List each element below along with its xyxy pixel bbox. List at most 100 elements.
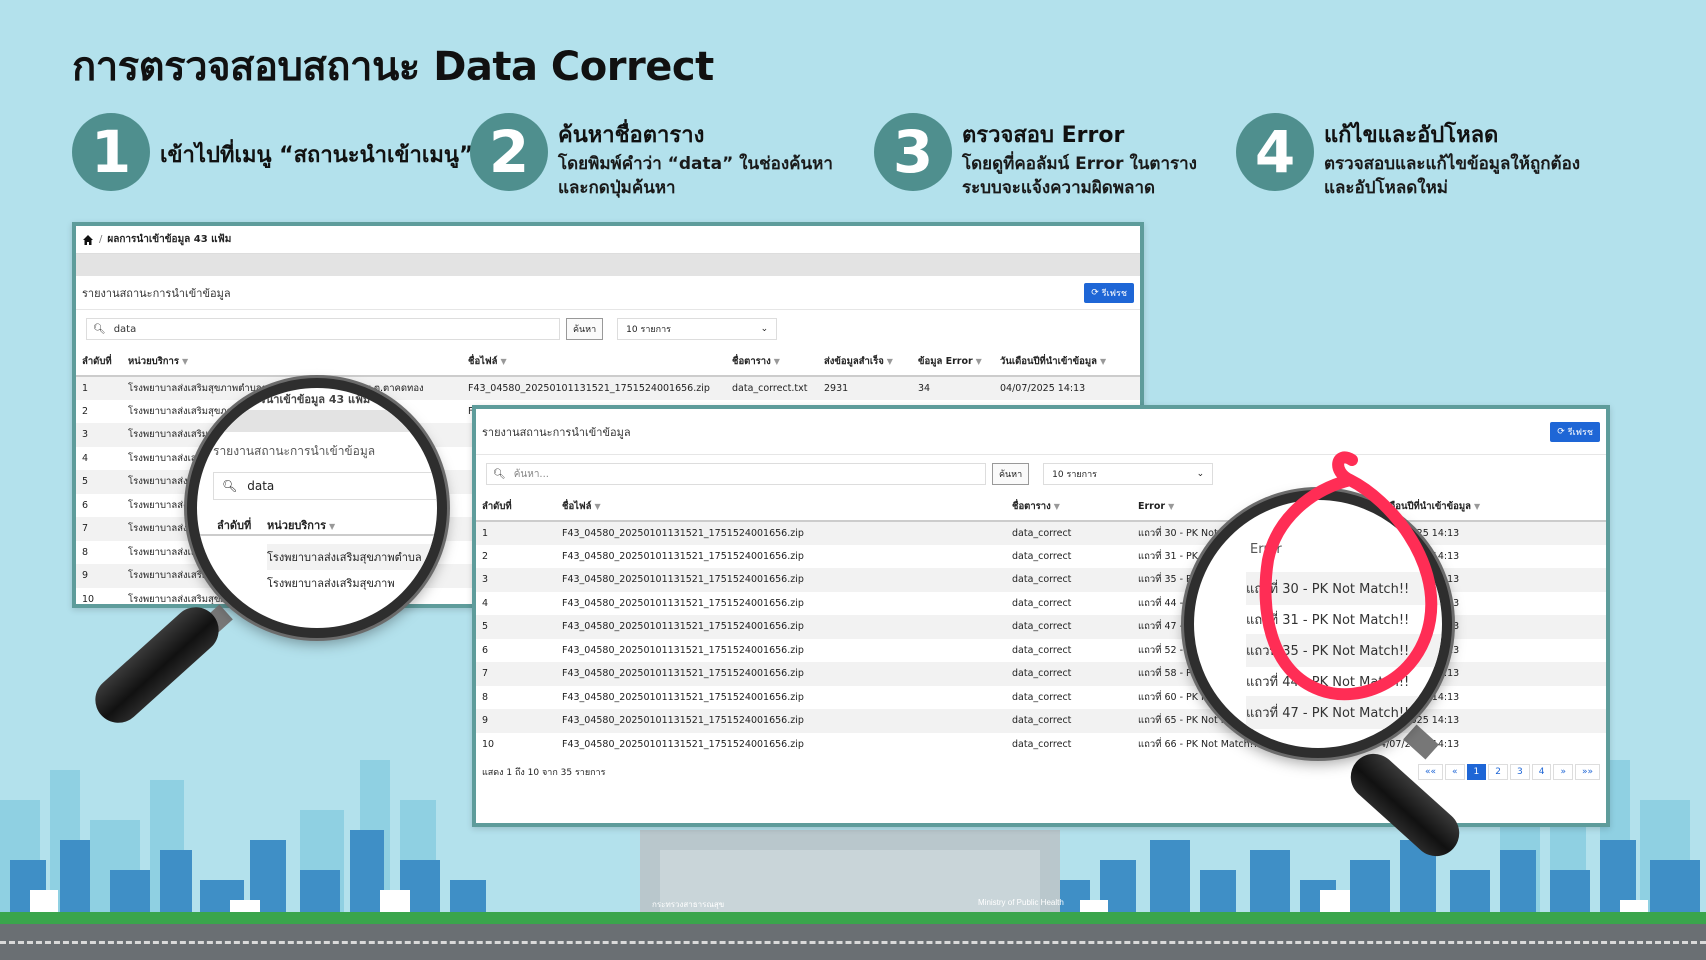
col-header-table[interactable]: ชื่อตาราง ▼ <box>1006 493 1132 522</box>
refresh-icon: ⟳ <box>1091 287 1099 298</box>
cell-filename: F43_04580_20250101131521_1751524001656.z… <box>556 521 1006 545</box>
zoom-col-unit: หน่วยบริการ ▼ <box>267 519 336 532</box>
sort-icon: ▼ <box>1099 357 1107 366</box>
search-button[interactable]: ค้นหา <box>566 318 604 340</box>
cell-table: data_correct <box>1006 662 1132 686</box>
sort-icon: ▼ <box>500 357 507 366</box>
chevron-down-icon: ⌄ <box>1196 469 1205 479</box>
cell-index: 2 <box>82 405 89 417</box>
zoom-breadcrumb: การนำเข้าข้อมูล 43 แฟ้ม <box>247 393 371 406</box>
cell-filename: F43_04580_20250101131521_1751524001656.z… <box>556 662 1006 686</box>
pagination-button[interactable]: « <box>1445 764 1465 780</box>
search-input[interactable]: 🔍︎ ค้นหา... <box>486 463 986 485</box>
magnifier-search-zoom: การนำเข้าข้อมูล 43 แฟ้ม รายงานสถานะการนำ… <box>187 378 447 638</box>
sort-icon: ▼ <box>1168 502 1175 511</box>
cell-filename: F43_04580_20250101131521_1751524001656.z… <box>462 376 726 400</box>
step-2-number: 2 <box>470 113 548 191</box>
table-header-row: ลำดับที่ หน่วยบริการ ▼ ชื่อไฟล์ ▼ ชื่อตารา… <box>76 348 1140 377</box>
col-header-date[interactable]: วันเดือนปีที่นำเข้าข้อมูล ▼ <box>994 348 1140 377</box>
refresh-label: รีเฟรช <box>1101 288 1127 299</box>
red-highlight-annotation <box>1259 451 1438 701</box>
pagination-button[interactable]: 2 <box>1488 764 1508 780</box>
search-icon: 🔍︎ <box>222 479 238 493</box>
page-size-select[interactable]: 10 รายการ ⌄ <box>617 318 778 340</box>
step-4-number: 4 <box>1236 113 1314 191</box>
cell-index: 6 <box>82 499 89 511</box>
step-3-title: ตรวจสอบ Error <box>962 123 1125 148</box>
pagination-button[interactable]: »» <box>1574 764 1600 780</box>
step-4: 4 แก้ไขและอัปโหลด ตรวจสอบและแก้ไขข้อมูลใ… <box>1236 113 1580 200</box>
cell-index: 8 <box>482 691 489 703</box>
page-title: การตรวจสอบสถานะ Data Correct <box>72 44 714 90</box>
sort-icon: ▼ <box>594 502 601 511</box>
cell-index: 5 <box>76 470 122 494</box>
step-3-desc-line1: โดยดูที่คอลัมน์ Error ในตาราง <box>962 154 1197 174</box>
cell-table: data_correct <box>1006 709 1132 733</box>
col-header-filename[interactable]: ชื่อไฟล์ ▼ <box>556 493 1006 522</box>
cell-index: 5 <box>476 615 556 639</box>
zoom-search-input[interactable]: 🔍︎ data <box>213 472 437 500</box>
sort-icon: ▼ <box>975 357 982 366</box>
cell-table: data_correct <box>1012 691 1072 703</box>
col-header-index[interactable]: ลำดับที่ <box>476 493 556 522</box>
cell-filename: F43_04580_20250101131521_1751524001656.z… <box>556 615 1006 639</box>
step-4-desc-line2: และอัปโหลดใหม่ <box>1324 178 1449 198</box>
home-icon[interactable] <box>82 234 94 246</box>
pagination-button[interactable]: 4 <box>1531 764 1552 780</box>
refresh-button[interactable]: ⟳ รีเฟรช <box>1550 421 1600 442</box>
cell-index: 1 <box>76 376 122 400</box>
search-input-placeholder: ค้นหา... <box>513 468 549 480</box>
search-button[interactable]: ค้นหา <box>992 463 1030 485</box>
col-header-filename[interactable]: ชื่อไฟล์ ▼ <box>462 348 726 377</box>
cell-filename: F43_04580_20250101131521_1751524001656.z… <box>562 644 804 656</box>
zoom-col-index: ลำดับที่ <box>217 519 252 532</box>
step-2-desc-line1: โดยพิมพ์คำว่า “data” ในช่องค้นหา <box>558 154 833 174</box>
card-header: รายงานสถานะการนำเข้าข้อมูล ⟳ รีเฟรช <box>76 276 1140 310</box>
search-icon: 🔍︎ <box>493 468 506 480</box>
cell-table: data_correct.txt <box>726 376 818 400</box>
cell-table: data_correct <box>1012 644 1072 656</box>
cell-table: data_correct <box>1006 521 1132 545</box>
pagination-button[interactable]: «« <box>1418 764 1444 780</box>
cell-filename: F43_04580_20250101131521_1751524001656.z… <box>562 691 804 703</box>
building-sign-left: กระทรวงสาธารณสุข <box>652 900 725 909</box>
cell-index: 4 <box>482 597 489 609</box>
refresh-icon: ⟳ <box>1557 426 1565 437</box>
cell-index: 3 <box>76 423 122 447</box>
building-sign-right: Ministry of Public Health <box>978 898 1064 907</box>
breadcrumb-separator: / <box>99 234 103 245</box>
cell-filename: F43_04580_20250101131521_1751524001656.z… <box>562 550 804 562</box>
search-row: 🔍︎ data ค้นหา 10 รายการ ⌄ <box>76 310 1140 348</box>
cell-index: 6 <box>482 644 489 656</box>
page-size-value: 10 รายการ <box>1052 470 1097 480</box>
cell-index: 2 <box>482 550 489 562</box>
refresh-button[interactable]: ⟳ รีเฟรช <box>1084 282 1134 303</box>
search-input-value: data <box>113 323 137 335</box>
sort-icon: ▼ <box>773 357 780 366</box>
pagination: «« «1 2 3 4»»» <box>1418 764 1600 780</box>
cell-table: data_correct <box>1012 738 1072 750</box>
card-title: รายงานสถานะการนำเข้าข้อมูล <box>82 286 231 300</box>
pagination-button[interactable]: » <box>1553 764 1573 780</box>
col-header-error[interactable]: ข้อมูล Error ▼ <box>912 348 994 377</box>
page-size-select[interactable]: 10 รายการ ⌄ <box>1043 463 1214 485</box>
step-3-number: 3 <box>874 113 952 191</box>
pagination-button[interactable]: 3 <box>1510 764 1530 780</box>
cell-error: 34 <box>912 376 994 400</box>
pagination-button[interactable]: 1 <box>1466 764 1487 780</box>
zoom-band <box>197 410 437 432</box>
col-header-unit[interactable]: หน่วยบริการ ▼ <box>122 348 462 377</box>
col-header-index[interactable]: ลำดับที่ <box>76 348 122 377</box>
zoom-row-2: โรงพยาบาลส่งเสริมสุขภาพ <box>267 577 395 590</box>
cell-index: 9 <box>76 564 122 588</box>
cell-date: 04/07/2025 14:13 <box>994 376 1140 400</box>
refresh-label: รีเฟรช <box>1567 427 1593 438</box>
sort-icon: ▼ <box>181 357 189 366</box>
sort-icon: ▼ <box>886 357 893 366</box>
cell-index: 8 <box>82 546 89 558</box>
search-input[interactable]: 🔍︎ data <box>86 318 560 340</box>
col-header-table[interactable]: ชื่อตาราง ▼ <box>726 348 818 377</box>
cell-table: data_correct <box>1006 568 1132 592</box>
col-header-success[interactable]: ส่งข้อมูลสำเร็จ ▼ <box>818 348 912 377</box>
step-1: 1 เข้าไปที่เมนู “สถานะนำเข้าเมนู” <box>72 113 473 191</box>
